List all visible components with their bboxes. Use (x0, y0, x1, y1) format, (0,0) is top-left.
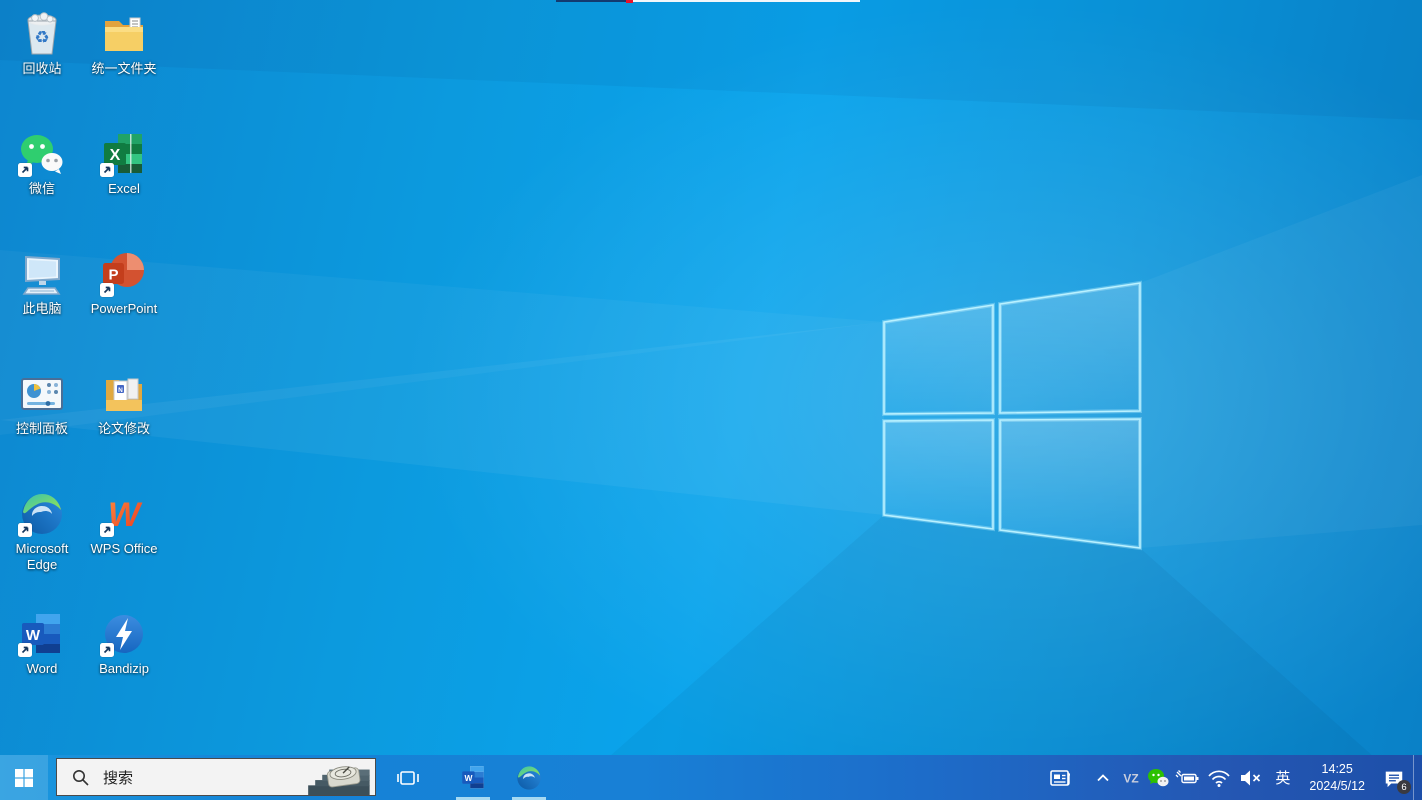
icon-label: 回收站 (22, 61, 62, 76)
desktop-icon-unified-folder[interactable]: 统一文件夹 (82, 10, 166, 77)
task-view-icon (397, 770, 419, 785)
documents-folder-icon: N (100, 370, 148, 418)
taskbar-word-button[interactable]: W (449, 755, 497, 800)
svg-text:P: P (108, 267, 118, 284)
icon-label: 论文修改 (97, 421, 150, 436)
icon-label: WPS Office (90, 541, 158, 556)
search-placeholder: 搜索 (103, 769, 134, 787)
icon-label: 统一文件夹 (91, 61, 157, 76)
edge-taskbar-icon (517, 765, 541, 790)
wechat-icon (18, 130, 66, 178)
search-icon (72, 769, 89, 786)
taskbar-edge-button[interactable] (505, 755, 553, 800)
tray-volume-button[interactable] (1234, 755, 1266, 800)
tray-battery-button[interactable] (1172, 755, 1204, 800)
shortcut-arrow-icon (18, 643, 32, 657)
search-input[interactable]: 搜索 (56, 758, 376, 796)
word-icon: W (18, 610, 66, 658)
notification-count-badge: 6 (1397, 780, 1411, 794)
icon-label: 微信 (28, 181, 55, 196)
vz-app-icon: VZ (1124, 771, 1139, 785)
desktop-icon-bandizip[interactable]: Bandizip (82, 610, 166, 677)
svg-text:N: N (118, 387, 123, 394)
windows-logo (882, 280, 1142, 551)
desktop-wallpaper (0, 0, 1422, 800)
desktop-icon-this-pc[interactable]: 此电脑 (0, 250, 84, 317)
edge-icon (18, 490, 66, 538)
chevron-up-icon (1097, 773, 1110, 781)
offscreen-window-close-fragment (626, 0, 633, 3)
wifi-icon (1208, 769, 1231, 787)
ime-language-indicator[interactable]: 英 (1266, 767, 1299, 788)
icon-label: Microsoft Edge (15, 541, 69, 573)
offscreen-window-body-fragment (633, 0, 860, 2)
desktop-icon-excel[interactable]: X Excel (82, 130, 166, 197)
news-and-interests-button[interactable] (1040, 755, 1080, 800)
shortcut-arrow-icon (100, 163, 114, 177)
shortcut-arrow-icon (18, 163, 32, 177)
icon-label: Excel (108, 181, 140, 196)
excel-icon: X (100, 130, 148, 178)
action-center-button[interactable]: 6 (1375, 755, 1413, 800)
svg-text:♻: ♻ (34, 28, 49, 48)
control-panel-icon (18, 370, 66, 418)
desktop-icon-thesis-edit-folder[interactable]: N 论文修改 (82, 370, 166, 437)
word-taskbar-icon: W (461, 766, 484, 789)
news-icon (1050, 769, 1071, 786)
icon-label: 控制面板 (15, 421, 68, 436)
volume-muted-icon (1241, 770, 1261, 785)
wechat-tray-icon (1148, 768, 1169, 786)
desktop-icon-powerpoint[interactable]: P PowerPoint (82, 250, 166, 317)
desktop-icon-microsoft-edge[interactable]: Microsoft Edge (0, 490, 84, 574)
clock-date: 2024/5/12 (1309, 778, 1365, 793)
shortcut-arrow-icon (100, 643, 114, 657)
hidden-icons-button[interactable] (1088, 755, 1118, 800)
shortcut-arrow-icon (100, 283, 114, 297)
show-desktop-button[interactable] (1413, 755, 1422, 800)
taskbar: 搜索 W VZ 英 14:25 2024/5/12 6 (0, 755, 1422, 800)
icon-label: Word (26, 661, 58, 676)
desktop-icon-recycle-bin[interactable]: ♻ 回收站 (0, 10, 84, 77)
offscreen-window-titlebar-fragment (556, 0, 626, 2)
wps-icon: W (100, 490, 148, 538)
search-highlight-graphic[interactable] (287, 759, 375, 795)
svg-text:W: W (26, 627, 41, 644)
start-button[interactable] (0, 755, 48, 800)
clock-time: 14:25 (1321, 761, 1353, 776)
desktop-icon-word[interactable]: W Word (0, 610, 84, 677)
system-tray: VZ 英 14:25 2024/5/12 6 (1040, 755, 1422, 800)
bandizip-icon (100, 610, 148, 658)
icon-label: Bandizip (99, 661, 149, 676)
taskbar-clock[interactable]: 14:25 2024/5/12 (1299, 761, 1375, 795)
svg-text:VZ: VZ (1124, 771, 1139, 785)
icon-label: 此电脑 (22, 301, 62, 316)
folder-icon (100, 10, 148, 58)
tray-wechat-button[interactable] (1144, 755, 1172, 800)
tray-vz-app-button[interactable]: VZ (1118, 755, 1144, 800)
battery-charging-icon (1175, 769, 1199, 783)
tray-wifi-button[interactable] (1204, 755, 1234, 800)
recycle-bin-icon: ♻ (18, 10, 66, 58)
icon-label: PowerPoint (90, 301, 158, 316)
desktop-icon-wps-office[interactable]: W WPS Office (82, 490, 166, 557)
svg-text:X: X (110, 147, 121, 164)
desktop-icon-control-panel[interactable]: 控制面板 (0, 370, 84, 437)
shortcut-arrow-icon (18, 523, 32, 537)
powerpoint-icon: P (100, 250, 148, 298)
task-view-button[interactable] (385, 755, 431, 800)
svg-text:W: W (464, 773, 472, 783)
windows-start-icon (15, 768, 33, 787)
desktop-icon-wechat[interactable]: 微信 (0, 130, 84, 197)
shortcut-arrow-icon (100, 523, 114, 537)
this-pc-icon (18, 250, 66, 298)
